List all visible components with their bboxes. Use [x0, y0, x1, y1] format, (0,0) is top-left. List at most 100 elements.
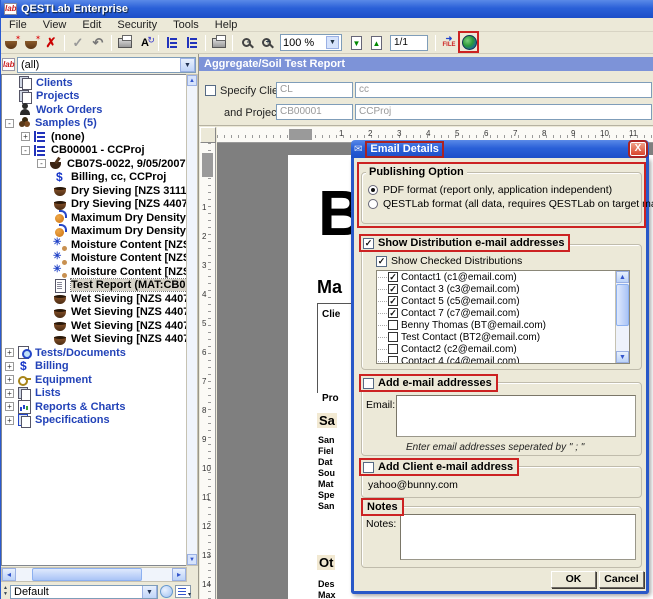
- tree-vertical-scrollbar[interactable]: ▲ ▼: [186, 74, 198, 566]
- close-button[interactable]: X: [630, 142, 646, 156]
- checkbox-checked-icon[interactable]: ✓: [388, 308, 398, 318]
- tree-item-label[interactable]: Reports & Charts: [35, 401, 125, 413]
- find-button[interactable]: [160, 585, 173, 598]
- checkbox-unchecked-icon[interactable]: [388, 320, 398, 330]
- contact-row[interactable]: Benny Thomas (BT@email.com): [377, 319, 629, 331]
- menu-view[interactable]: View: [35, 19, 75, 31]
- contact-row[interactable]: Contact 4 (c4@email.com): [377, 355, 629, 364]
- print-button[interactable]: [209, 33, 229, 52]
- new-item-button[interactable]: [21, 33, 41, 52]
- checkbox-checked-icon[interactable]: ✓: [388, 272, 398, 282]
- contact-row[interactable]: ✓Contact1 (c1@email.com): [377, 271, 629, 283]
- tree-item-label[interactable]: Moisture Content [NZS 4407: [71, 252, 187, 264]
- tree-row[interactable]: - CB07S-0022, 9/05/2007, , , cc, C: [2, 157, 187, 171]
- checkbox-unchecked-icon[interactable]: [388, 344, 398, 354]
- tree-item-label[interactable]: Maximum Dry Density - Star: [71, 212, 187, 224]
- show-distribution-checkbox[interactable]: ✓ Show Distribution e-mail addresses: [359, 234, 570, 252]
- tree-row[interactable]: + Equipment: [2, 373, 187, 387]
- tree-row[interactable]: Dry Sieving [NZS 4407:1991: [2, 198, 187, 212]
- tree-row[interactable]: Moisture Content [NZS 4407: [2, 252, 187, 266]
- delete-button[interactable]: ✗: [41, 33, 61, 52]
- tree-row[interactable]: -Samples (5): [2, 117, 187, 131]
- email-textarea[interactable]: [396, 395, 636, 437]
- tree-item-label[interactable]: Wet Sieving [NZS 4407:1991: [71, 333, 187, 345]
- tree-row[interactable]: Clients: [2, 76, 187, 90]
- tree-item-label[interactable]: CB07S-0022, 9/05/2007, , , cc, C: [67, 158, 187, 170]
- checkbox-unchecked-icon[interactable]: [388, 356, 398, 364]
- show-checked-checkbox[interactable]: ✓ Show Checked Distributions: [374, 254, 524, 268]
- tree-row[interactable]: + Reports & Charts: [2, 400, 187, 414]
- dialog-titlebar[interactable]: ✉ Email Details X: [351, 140, 649, 158]
- publish-web-button[interactable]: [459, 33, 479, 52]
- tree-item-label[interactable]: Maximum Dry Density - Star: [71, 225, 187, 237]
- contact-row[interactable]: Test Contact (BT2@email.com): [377, 331, 629, 343]
- tree-row[interactable]: -CB00001 - CCProj: [2, 144, 187, 158]
- export-file-button[interactable]: ➜FILE: [439, 33, 459, 52]
- contact-row[interactable]: ✓Contact 5 (c5@email.com): [377, 295, 629, 307]
- scrollbar-thumb[interactable]: [616, 284, 629, 326]
- zoom-out-button[interactable]: -: [236, 33, 256, 52]
- project-name-input[interactable]: CCProj: [355, 104, 652, 120]
- tree-view-button[interactable]: [162, 33, 182, 52]
- tree-item-label[interactable]: Specifications: [35, 414, 110, 426]
- contact-row[interactable]: ✓Contact 7 (c7@email.com): [377, 307, 629, 319]
- menu-security[interactable]: Security: [109, 19, 165, 31]
- expand-icon[interactable]: +: [5, 416, 14, 425]
- qestlab-format-radio[interactable]: QESTLab format (all data, requires QESTL…: [368, 198, 653, 210]
- tree-item-label[interactable]: Moisture Content [NZS 4407: [71, 239, 187, 251]
- tree-item-label[interactable]: Dry Sieving [NZS 4407:1991: [71, 198, 187, 210]
- filter-spinner[interactable]: ▲▼: [1, 585, 10, 599]
- menu-help[interactable]: Help: [207, 19, 246, 31]
- tree-horizontal-scrollbar[interactable]: ◂ ▸: [1, 567, 187, 582]
- tree-item-label[interactable]: Wet Sieving [NZS 4407:1991: [71, 320, 187, 332]
- tree-row[interactable]: Dry Sieving [NZS 3111:1986: [2, 184, 187, 198]
- tree-item-label[interactable]: Moisture Content [NZS 4407: [71, 266, 187, 278]
- contact-row[interactable]: Contact2 (c2@email.com): [377, 343, 629, 355]
- list-options-button[interactable]: [175, 585, 191, 598]
- expand-icon[interactable]: +: [5, 389, 14, 398]
- tree-row[interactable]: Maximum Dry Density - Star: [2, 211, 187, 225]
- menu-file[interactable]: File: [1, 19, 35, 31]
- tree-filter-select[interactable]: (all) ▼: [17, 57, 196, 73]
- tree-row[interactable]: +Lists: [2, 387, 187, 401]
- tree-item-label[interactable]: Billing, cc, CCProj: [71, 171, 166, 183]
- spellcheck-button[interactable]: A: [135, 33, 155, 52]
- scroll-right-arrow[interactable]: ▸: [172, 568, 186, 581]
- scroll-down-arrow[interactable]: ▼: [616, 351, 629, 363]
- tree-row[interactable]: Maximum Dry Density - Star: [2, 225, 187, 239]
- tree-row[interactable]: +Billing: [2, 360, 187, 374]
- tree-row[interactable]: Projects: [2, 90, 187, 104]
- expand-icon[interactable]: +: [5, 375, 14, 384]
- window-titlebar[interactable]: lab QESTLab Enterprise: [1, 0, 653, 18]
- add-email-checkbox[interactable]: Add e-mail addresses: [359, 374, 498, 392]
- project-code-input[interactable]: CB00001: [276, 104, 353, 120]
- tree-item-label[interactable]: Clients: [36, 77, 73, 89]
- flat-view-button[interactable]: [182, 33, 202, 52]
- checkbox-unchecked-icon[interactable]: [388, 332, 398, 342]
- collapse-icon[interactable]: -: [37, 159, 46, 168]
- scroll-up-arrow[interactable]: ▲: [187, 75, 197, 86]
- checkbox-checked-icon[interactable]: ✓: [388, 296, 398, 306]
- undo-button[interactable]: ↶: [88, 33, 108, 52]
- scroll-up-arrow[interactable]: ▲: [616, 271, 629, 283]
- pdf-format-radio[interactable]: PDF format (report only, application ind…: [368, 184, 612, 196]
- tree-row[interactable]: +(none): [2, 130, 187, 144]
- zoom-level-select[interactable]: 100 % ▼: [280, 34, 342, 51]
- tree-item-label[interactable]: Tests/Documents: [35, 347, 126, 359]
- tree-item-label[interactable]: CB00001 - CCProj: [51, 144, 145, 156]
- tree-item-label[interactable]: Samples (5): [35, 117, 97, 129]
- tree-row[interactable]: Moisture Content [NZS 4407: [2, 265, 187, 279]
- tree-row[interactable]: + Tests/Documents: [2, 346, 187, 360]
- menu-tools[interactable]: Tools: [165, 19, 207, 31]
- tree-row[interactable]: + Specifications: [2, 414, 187, 428]
- prev-page-button[interactable]: ▲: [366, 33, 386, 52]
- expand-icon[interactable]: +: [5, 348, 14, 357]
- expand-icon[interactable]: +: [5, 402, 14, 411]
- tree-row[interactable]: Work Orders: [2, 103, 187, 117]
- tree-row[interactable]: Moisture Content [NZS 4407: [2, 238, 187, 252]
- client-name-input[interactable]: cc: [355, 82, 652, 98]
- cancel-button[interactable]: Cancel: [599, 571, 644, 588]
- menu-edit[interactable]: Edit: [74, 19, 109, 31]
- tree-item-label[interactable]: Test Report (MAT:CB07S-00: [71, 279, 187, 291]
- tree-item-label[interactable]: Equipment: [35, 374, 92, 386]
